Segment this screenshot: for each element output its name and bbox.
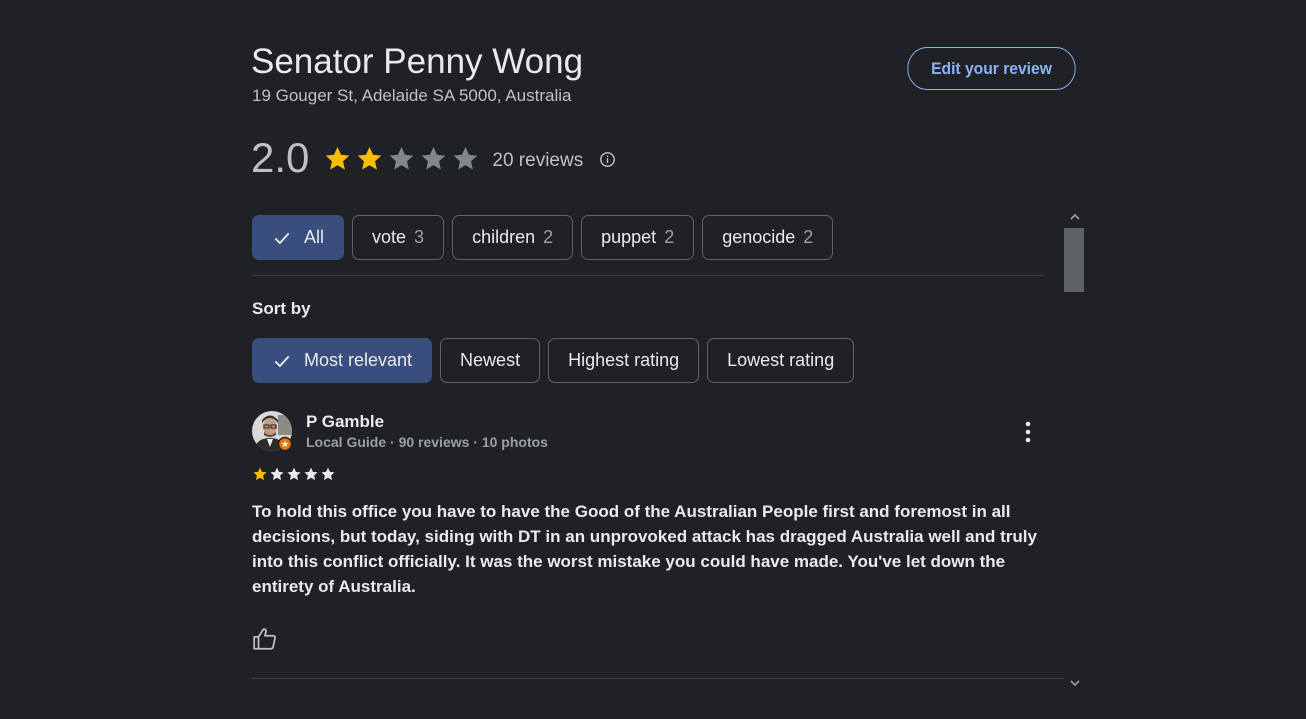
rating-summary: 2.0 20 reviews <box>251 132 616 184</box>
topic-filter-chips: All vote 3 children 2 puppet 2 genocide 2 <box>252 215 834 260</box>
rating-value: 2.0 <box>251 134 310 181</box>
more-options-icon[interactable] <box>1018 419 1038 445</box>
star-empty-icon <box>304 467 318 481</box>
place-title: Senator Penny Wong <box>251 42 584 81</box>
topic-chip-count: 2 <box>803 227 814 247</box>
star-filled-icon <box>358 146 382 170</box>
topic-chip-label: vote <box>372 227 407 247</box>
scroll-up-icon[interactable] <box>1069 211 1081 223</box>
edit-review-button[interactable]: Edit your review <box>907 47 1076 90</box>
topic-chip-puppet[interactable]: puppet 2 <box>581 215 695 260</box>
review-stars <box>252 466 336 482</box>
star-filled-icon <box>253 467 267 481</box>
star-empty-icon <box>422 146 446 170</box>
rating-stars <box>323 144 480 173</box>
divider <box>252 678 1064 679</box>
topic-chip-label: puppet <box>601 227 657 247</box>
sort-by-label: Sort by <box>252 299 311 318</box>
info-icon[interactable] <box>599 151 616 168</box>
topic-chip-genocide[interactable]: genocide 2 <box>702 215 834 260</box>
review-text: To hold this office you have to have the… <box>252 502 1037 596</box>
topic-chip-count: 2 <box>543 227 554 247</box>
reviews-panel: Senator Penny Wong 19 Gouger St, Adelaid… <box>0 0 1306 719</box>
sort-option-label: Newest <box>460 350 521 370</box>
scroll-down-icon[interactable] <box>1069 677 1081 689</box>
place-address: 19 Gouger St, Adelaide SA 5000, Australi… <box>252 86 572 105</box>
star-empty-icon <box>390 146 414 170</box>
reviewer-avatar[interactable] <box>252 411 292 451</box>
star-empty-icon <box>270 467 284 481</box>
sort-option-label: Lowest rating <box>727 350 835 370</box>
review-count: 20 reviews <box>492 150 584 171</box>
scrollbar-thumb[interactable] <box>1064 228 1084 292</box>
star-empty-icon <box>287 467 301 481</box>
topic-chip-label: genocide <box>722 227 796 247</box>
checkmark-icon <box>274 232 290 244</box>
sort-option-label: Most relevant <box>304 350 413 370</box>
topic-chip-label: children <box>472 227 536 247</box>
sort-option-highest-rating[interactable]: Highest rating <box>548 338 700 383</box>
sort-options: Most relevant Newest Highest rating Lowest … <box>252 338 855 383</box>
topic-chip-count: 2 <box>664 227 675 247</box>
topic-chip-all[interactable]: All <box>252 215 345 260</box>
sort-option-newest[interactable]: Newest <box>440 338 541 383</box>
sort-option-label: Highest rating <box>568 350 680 370</box>
like-icon[interactable] <box>252 626 278 652</box>
reviewer-name[interactable]: P Gamble <box>306 412 384 432</box>
sort-option-lowest-rating[interactable]: Lowest rating <box>707 338 855 383</box>
sort-option-most-relevant[interactable]: Most relevant <box>252 338 433 383</box>
topic-chip-vote[interactable]: vote 3 <box>352 215 445 260</box>
topic-chip-children[interactable]: children 2 <box>452 215 574 260</box>
topic-chip-count: 3 <box>414 227 425 247</box>
reviews-scroll-area[interactable]: All vote 3 children 2 puppet 2 genocide 2 Sort b… <box>252 208 1086 692</box>
star-filled-icon <box>326 146 350 170</box>
checkmark-icon <box>274 355 290 367</box>
topic-chip-label: All <box>304 227 325 247</box>
star-empty-icon <box>454 146 478 170</box>
divider <box>252 275 1044 276</box>
reviewer-meta: Local Guide · 90 reviews · 10 photos <box>306 434 548 450</box>
star-empty-icon <box>321 467 335 481</box>
scrollbar[interactable] <box>1064 208 1086 692</box>
